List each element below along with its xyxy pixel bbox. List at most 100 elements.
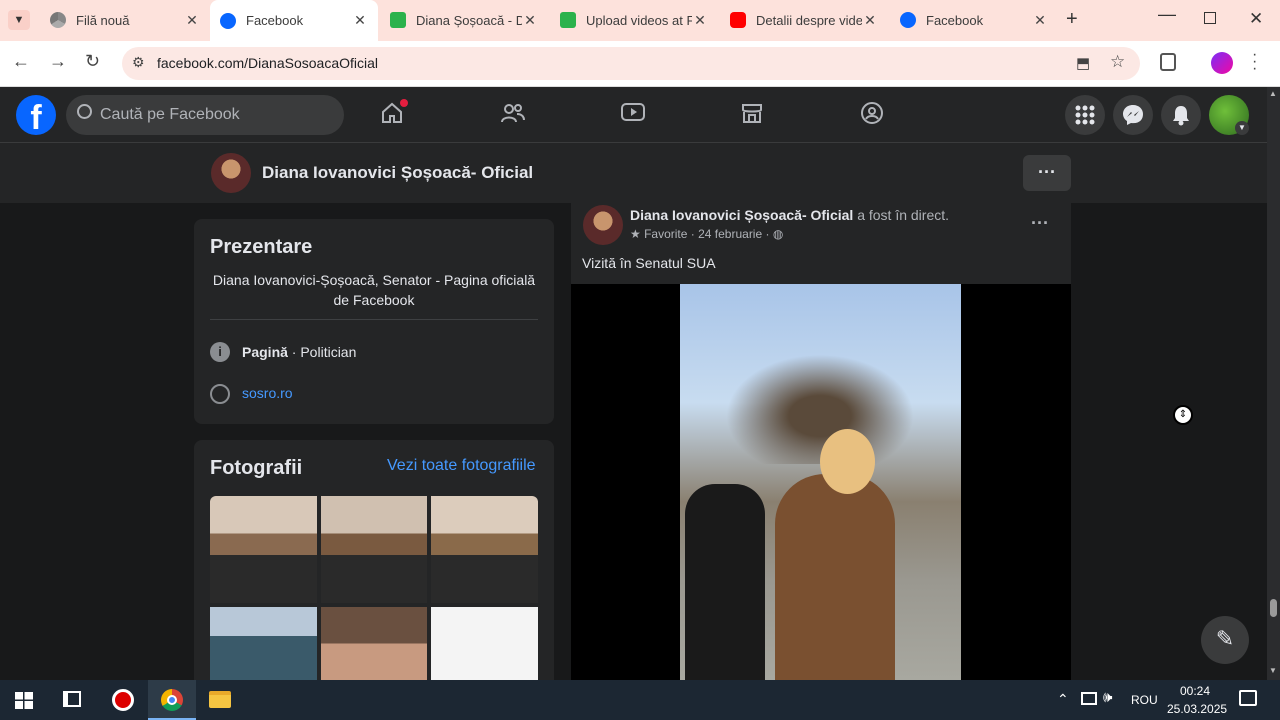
close-tab-icon[interactable]: ✕: [692, 12, 708, 29]
new-tab-plus-icon[interactable]: +: [1066, 8, 1078, 31]
scroll-thumb[interactable]: [1270, 599, 1277, 617]
friends-icon[interactable]: [500, 101, 526, 130]
scroll-up-arrow[interactable]: ▲: [1269, 89, 1277, 98]
see-all-photos-link[interactable]: Vezi toate fotografiile: [387, 457, 536, 475]
tab-youtube[interactable]: Detalii despre vide ✕: [720, 0, 888, 40]
marketplace-icon[interactable]: [740, 101, 764, 130]
post-meta-text[interactable]: Favorite · 24 februarie ·: [644, 227, 769, 241]
tab-label: Facebook: [246, 13, 304, 28]
reload-icon[interactable]: ↻: [85, 51, 100, 72]
address-bar[interactable]: ⚙ facebook.com/DianaSosoacaOficial ⬒ ☆: [122, 47, 1140, 80]
post-header: Diana Iovanovici Șoșoacă- Oficial a fost…: [630, 207, 949, 223]
photo-thumbnail[interactable]: [431, 496, 538, 603]
install-app-icon[interactable]: ⬒: [1076, 54, 1090, 72]
compose-message-button[interactable]: ✎: [1201, 616, 1249, 664]
account-avatar[interactable]: ▼: [1209, 95, 1249, 135]
volume-icon[interactable]: 🕪: [1103, 689, 1112, 706]
chrome-taskbar-icon[interactable]: [148, 680, 196, 720]
site-settings-icon[interactable]: ⚙: [132, 54, 145, 71]
tab-label: Detalii despre vide: [756, 12, 862, 28]
tab-label: Facebook: [926, 12, 984, 28]
video-icon[interactable]: [620, 102, 646, 129]
browser-menu-icon[interactable]: · · ·: [1252, 47, 1257, 77]
tab-upload[interactable]: Upload videos at F ✕: [550, 0, 718, 40]
browser-toolbar: ← → ↻ ⚙ facebook.com/DianaSosoacaOficial…: [0, 41, 1280, 87]
facebook-search-input[interactable]: Caută pe Facebook: [66, 95, 344, 135]
info-icon: i: [210, 342, 230, 362]
forward-arrow-icon[interactable]: →: [49, 51, 67, 72]
tab-facebook-active[interactable]: Facebook ✕: [210, 0, 378, 41]
page-scrollbar[interactable]: ▲ ▼: [1267, 87, 1280, 680]
close-tab-icon[interactable]: ✕: [862, 12, 878, 29]
post-options-button[interactable]: ···: [1031, 213, 1049, 234]
play-icon: [560, 12, 576, 28]
chrome-icon-center: [167, 695, 177, 705]
post-author-name[interactable]: Diana Iovanovici Șoșoacă- Oficial: [630, 207, 853, 223]
tab-new-tab[interactable]: Filă nouă ✕: [40, 0, 210, 40]
task-view-icon[interactable]: [63, 691, 81, 707]
tab-label: Filă nouă: [76, 12, 130, 28]
post-author-avatar[interactable]: [583, 205, 623, 245]
star-icon: ★: [630, 227, 645, 241]
home-icon[interactable]: [380, 99, 408, 125]
notifications-bell-icon[interactable]: [1161, 95, 1201, 135]
notification-center-icon[interactable]: [1239, 690, 1257, 706]
bookmark-star-icon[interactable]: ☆: [1110, 52, 1125, 72]
tray-chevron-icon[interactable]: ⌃: [1057, 691, 1069, 708]
scroll-down-arrow[interactable]: ▼: [1269, 666, 1277, 675]
intro-bio: Diana Iovanovici-Șoșoacă, Senator - Pagi…: [212, 272, 536, 308]
close-tab-icon[interactable]: ✕: [352, 12, 368, 29]
close-tab-icon[interactable]: ✕: [184, 12, 200, 29]
file-explorer-icon[interactable]: [209, 691, 231, 708]
photo-thumbnail[interactable]: [210, 496, 317, 603]
photo-thumbnail[interactable]: [321, 607, 427, 680]
video-player[interactable]: [571, 284, 1071, 680]
profile-avatar[interactable]: [1211, 52, 1233, 74]
play-icon: [390, 12, 406, 28]
page-more-button[interactable]: ···: [1023, 155, 1071, 191]
extensions-icon[interactable]: [1160, 53, 1176, 71]
restore-icon[interactable]: [1204, 12, 1216, 24]
intro-title: Prezentare: [210, 236, 313, 258]
tab-facebook-2[interactable]: Facebook ✕: [890, 0, 1058, 40]
post-meta: ★ Favorite · 24 februarie · ◍: [630, 227, 783, 241]
tab-diana[interactable]: Diana Șoșoacă - D ✕: [380, 0, 548, 40]
photo-thumbnail[interactable]: [431, 607, 538, 680]
network-icon[interactable]: [1081, 692, 1097, 705]
category-rest: · Politician: [287, 344, 357, 360]
page-sticky-header: Diana Iovanovici Șoșoacă- Oficial ···: [0, 143, 1267, 203]
facebook-header: f Caută pe Facebook ▼: [0, 87, 1267, 143]
groups-icon[interactable]: [860, 101, 884, 130]
close-window-icon[interactable]: ✕: [1249, 9, 1263, 29]
photo-thumbnail[interactable]: [321, 496, 427, 603]
page-avatar[interactable]: [211, 153, 251, 193]
close-tab-icon[interactable]: ✕: [1032, 12, 1048, 29]
divider: [210, 319, 538, 320]
tab-label: Diana Șoșoacă - D: [416, 12, 522, 28]
menu-grid-icon[interactable]: [1065, 95, 1105, 135]
clock-time[interactable]: 00:24: [1180, 684, 1210, 698]
language-indicator[interactable]: ROU: [1131, 693, 1158, 707]
tab-list-chevron-icon[interactable]: ▼: [8, 10, 30, 30]
more-dots-icon: ···: [1038, 162, 1056, 182]
facebook-icon: [220, 12, 236, 29]
chrome-icon: [50, 12, 66, 28]
globe-icon: [210, 384, 230, 404]
facebook-logo-icon[interactable]: f: [16, 95, 56, 137]
website-link[interactable]: sosro.ro: [242, 385, 293, 401]
windows-start-icon[interactable]: [15, 692, 33, 714]
back-arrow-icon[interactable]: ←: [12, 51, 30, 72]
page-title[interactable]: Diana Iovanovici Șoșoacă- Oficial: [262, 163, 533, 183]
minimize-icon[interactable]: —: [1158, 4, 1176, 25]
video-frame[interactable]: [680, 284, 961, 680]
video-person-coat: [775, 474, 895, 680]
messenger-icon[interactable]: [1113, 95, 1153, 135]
photos-card: Fotografii Vezi toate fotografiile: [194, 440, 554, 680]
video-person-head: [820, 429, 875, 494]
page-category: Pagină · Politician: [242, 344, 356, 360]
clock-date[interactable]: 25.03.2025: [1167, 702, 1227, 716]
photo-thumbnail[interactable]: [210, 607, 317, 680]
recorder-app-icon[interactable]: [112, 689, 134, 711]
post-text: Vizită în Senatul SUA: [582, 255, 716, 271]
close-tab-icon[interactable]: ✕: [522, 12, 538, 29]
